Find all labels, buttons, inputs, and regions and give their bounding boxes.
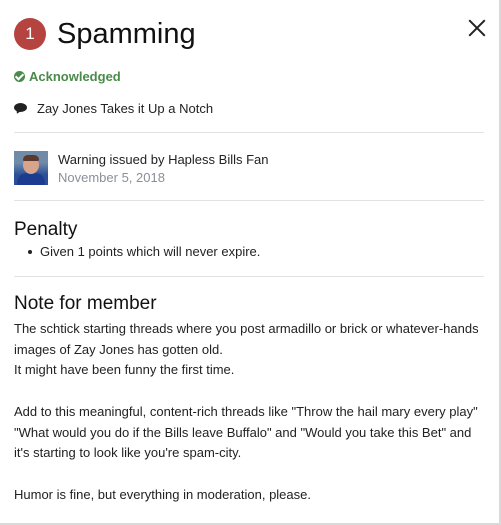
note-line: images of Zay Jones has gotten old.: [14, 341, 223, 357]
note-line: "What would you do if the Bills leave Bu…: [14, 424, 472, 440]
note-line: Humor is fine, but everything in moderat…: [14, 486, 311, 502]
note-heading: Note for member: [14, 293, 157, 314]
warning-date: November 5, 2018: [58, 170, 165, 185]
topic-link[interactable]: Zay Jones Takes it Up a Notch: [14, 101, 213, 116]
avatar[interactable]: [14, 151, 48, 185]
comment-icon: [14, 103, 27, 114]
penalty-heading: Penalty: [14, 219, 78, 240]
warning-points-badge: 1: [14, 18, 46, 50]
acknowledged-status: Acknowledged: [14, 69, 121, 84]
dialog-title: Spamming: [57, 17, 196, 50]
note-line: The schtick starting threads where you p…: [14, 321, 479, 336]
warning-meta: Warning issued by Hapless Bills Fan Nove…: [14, 151, 269, 187]
divider: [14, 132, 484, 133]
check-circle-icon: [14, 71, 25, 82]
note-line: It might have been funny the first time.: [14, 362, 235, 378]
note-line: it's starting to look like you're spam-c…: [14, 445, 242, 461]
divider: [14, 200, 484, 201]
divider: [14, 276, 484, 277]
note-body: The schtick starting threads where you p…: [14, 319, 484, 505]
topic-title[interactable]: Zay Jones Takes it Up a Notch: [37, 101, 213, 116]
bullet-icon: [28, 249, 32, 254]
warning-dialog: 1 Spamming Acknowledged Zay Jones Takes …: [0, 0, 501, 525]
warning-issuer: Warning issued by Hapless Bills Fan: [58, 152, 269, 167]
acknowledged-label: Acknowledged: [29, 69, 121, 84]
close-icon[interactable]: [466, 17, 488, 39]
dialog-header: 1 Spamming: [14, 18, 196, 50]
penalty-item: Given 1 points which will never expire.: [28, 244, 260, 259]
note-line: Add to this meaningful, content-rich thr…: [14, 403, 478, 419]
